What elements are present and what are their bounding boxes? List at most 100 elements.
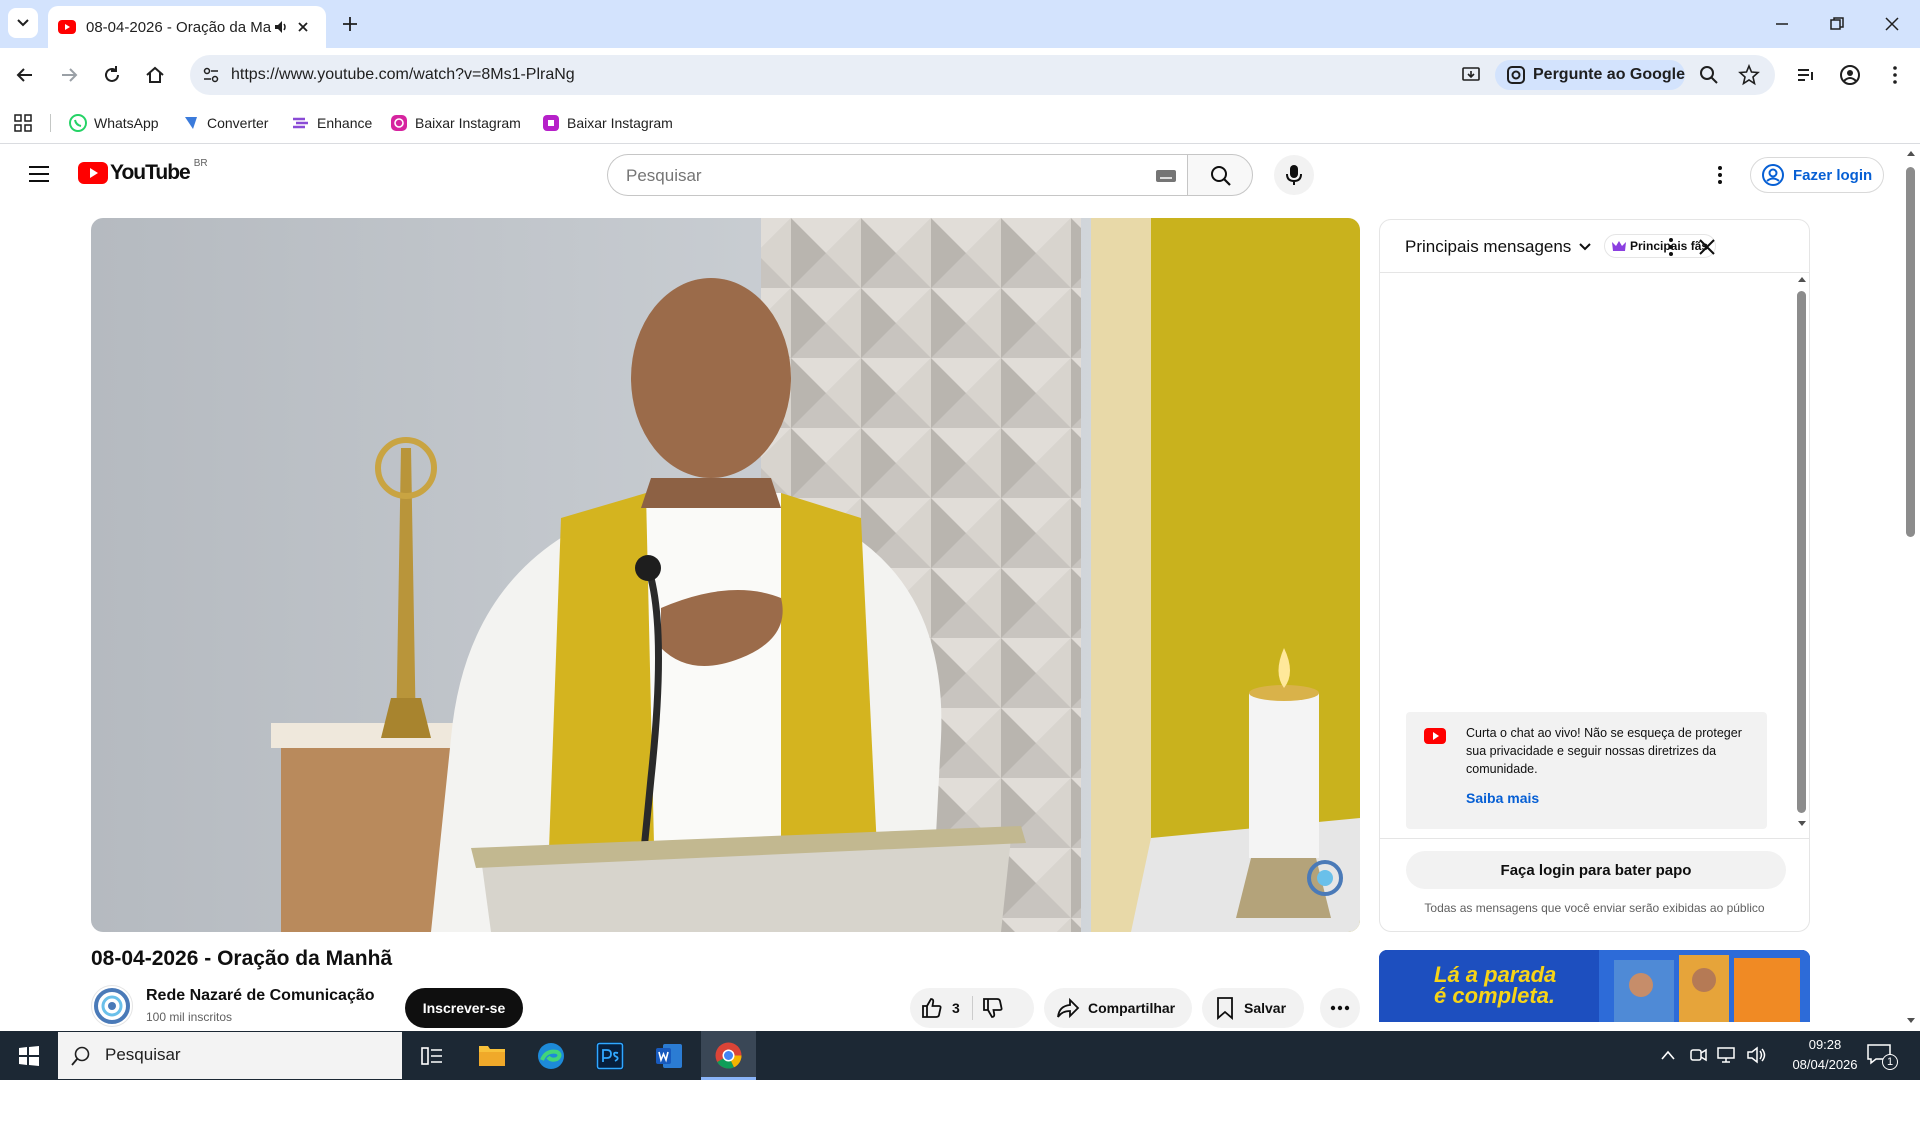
bookmark-converter[interactable]: Converter [181,111,268,135]
volume-icon[interactable] [1746,1045,1768,1065]
windows-start-icon[interactable] [18,1045,40,1067]
save-button[interactable]: Salvar [1202,988,1304,1028]
thumbs-down-icon [982,998,1003,1018]
close-tab-icon[interactable] [290,18,316,36]
subscribe-button[interactable]: Inscrever-se [405,988,523,1028]
subscriber-count: 100 mil inscritos [146,1010,233,1024]
youtube-logo[interactable]: YouTube BR [78,158,208,185]
search-placeholder: Pesquisar [626,166,702,185]
chrome-icon [715,1042,742,1069]
photoshop-icon[interactable] [596,1042,624,1070]
word-icon[interactable] [655,1042,683,1070]
chat-mode-label: Principais mensagens [1405,237,1572,256]
screen-bottom-blank [0,1080,1920,1129]
voice-search-button[interactable] [1274,155,1314,195]
close-window-icon[interactable] [1882,14,1902,34]
search-icon [71,1046,90,1066]
search-icon [1211,166,1231,186]
tab-title: 08-04-2026 - Oração da Ma [86,18,272,36]
browser-menu-icon[interactable] [1884,64,1906,86]
youtube-logo-text: YouTube [110,161,191,184]
chevron-down-icon [17,19,29,27]
whatsapp-icon [69,114,87,132]
system-clock[interactable]: 09:28 08/04/2026 [1770,1035,1880,1075]
chevron-up-icon[interactable] [1660,1049,1676,1061]
video-player[interactable] [91,218,1360,932]
dislike-button[interactable] [981,996,1005,1020]
chat-header: Principais mensagens Principais fãs [1380,220,1809,273]
hamburger-menu-icon[interactable] [27,164,51,184]
taskbar-search-box[interactable]: Pesquisar [58,1032,402,1079]
page-scrollbar-thumb[interactable] [1906,167,1915,537]
like-divider [971,996,973,1020]
back-icon[interactable] [14,64,36,86]
chat-sign-in-button[interactable]: Faça login para bater papo [1406,851,1786,889]
youtube-logo-icon [78,162,108,184]
video-title: 08-04-2026 - Oração da Manhã [91,947,393,970]
like-dislike-group: 3 [910,988,1034,1028]
tab-active[interactable]: 08-04-2026 - Oração da Ma [48,6,326,48]
install-app-icon[interactable] [1460,64,1482,86]
page-scrollbar[interactable] [1902,145,1920,1031]
chat-scrollbar[interactable] [1795,275,1807,830]
bookmark-whatsapp[interactable]: WhatsApp [68,111,159,135]
ask-google-button[interactable]: Pergunte ao Google [1495,60,1685,90]
profile-icon[interactable] [1839,64,1861,86]
notification-center-button[interactable]: 1 [1866,1042,1898,1070]
chat-menu-icon[interactable] [1660,236,1682,258]
new-tab-icon[interactable] [340,14,360,34]
restore-icon[interactable] [1827,14,1847,34]
speaker-icon[interactable] [272,18,290,36]
youtube-favicon-icon [58,20,76,34]
chat-scrollbar-thumb[interactable] [1797,291,1806,813]
scroll-down-arrow-icon[interactable] [1906,1017,1916,1025]
settings-menu-icon[interactable] [1708,163,1732,187]
apps-grid-icon[interactable] [14,114,32,132]
scroll-up-arrow-icon[interactable] [1797,275,1807,283]
scroll-up-arrow-icon[interactable] [1906,149,1916,157]
more-actions-button[interactable] [1320,988,1360,1028]
chrome-taskbar-button[interactable] [701,1031,756,1080]
bookmark-baixar-instagram-1[interactable]: Baixar Instagram [389,111,521,135]
bookmark-label: Enhance [317,115,373,131]
chat-divider [1380,838,1809,839]
zoom-icon[interactable] [1698,64,1720,86]
instagram-download-icon [543,115,559,131]
like-count: 3 [952,1000,960,1016]
forward-icon[interactable] [58,64,80,86]
edge-icon[interactable] [537,1042,565,1070]
search-input[interactable]: Pesquisar [607,154,1187,196]
bookmark-label: WhatsApp [94,115,159,131]
scroll-down-arrow-icon[interactable] [1797,820,1807,828]
crown-icon [1612,241,1626,251]
chevron-down-icon [1579,243,1592,251]
chat-welcome-notice: Curta o chat ao vivo! Não se esqueça de … [1406,712,1767,829]
bookmark-star-icon[interactable] [1738,64,1760,86]
keyboard-icon[interactable] [1155,168,1177,184]
like-button[interactable]: 3 [920,996,960,1020]
bookmark-label: Baixar Instagram [415,115,521,131]
home-icon[interactable] [144,64,166,86]
file-explorer-icon[interactable] [478,1042,506,1068]
minimize-icon[interactable] [1772,14,1792,34]
site-info-icon[interactable] [201,65,221,85]
media-control-icon[interactable] [1795,64,1817,86]
browser-tab-bar: 08-04-2026 - Oração da Ma [0,0,1920,48]
task-view-icon[interactable] [420,1045,444,1067]
bookmark-baixar-instagram-2[interactable]: Baixar Instagram [541,111,673,135]
learn-more-link[interactable]: Saiba mais [1466,790,1539,806]
share-button[interactable]: Compartilhar [1044,988,1192,1028]
reload-icon[interactable] [101,64,123,86]
ad-banner[interactable]: Lá a parada é completa. [1379,950,1810,1022]
tab-search-button[interactable] [8,8,38,38]
channel-name[interactable]: Rede Nazaré de Comunicação [146,987,375,1005]
close-chat-icon[interactable] [1696,236,1718,258]
network-icon[interactable] [1716,1045,1738,1065]
clock-date: 08/04/2026 [1792,1057,1858,1072]
channel-avatar[interactable] [91,985,133,1027]
sign-in-button[interactable]: Fazer login [1750,157,1884,193]
bookmark-enhance[interactable]: Enhance [291,111,372,135]
chat-mode-dropdown[interactable]: Principais mensagens [1405,237,1593,257]
search-button[interactable] [1187,154,1253,196]
meet-now-icon[interactable] [1688,1045,1708,1065]
